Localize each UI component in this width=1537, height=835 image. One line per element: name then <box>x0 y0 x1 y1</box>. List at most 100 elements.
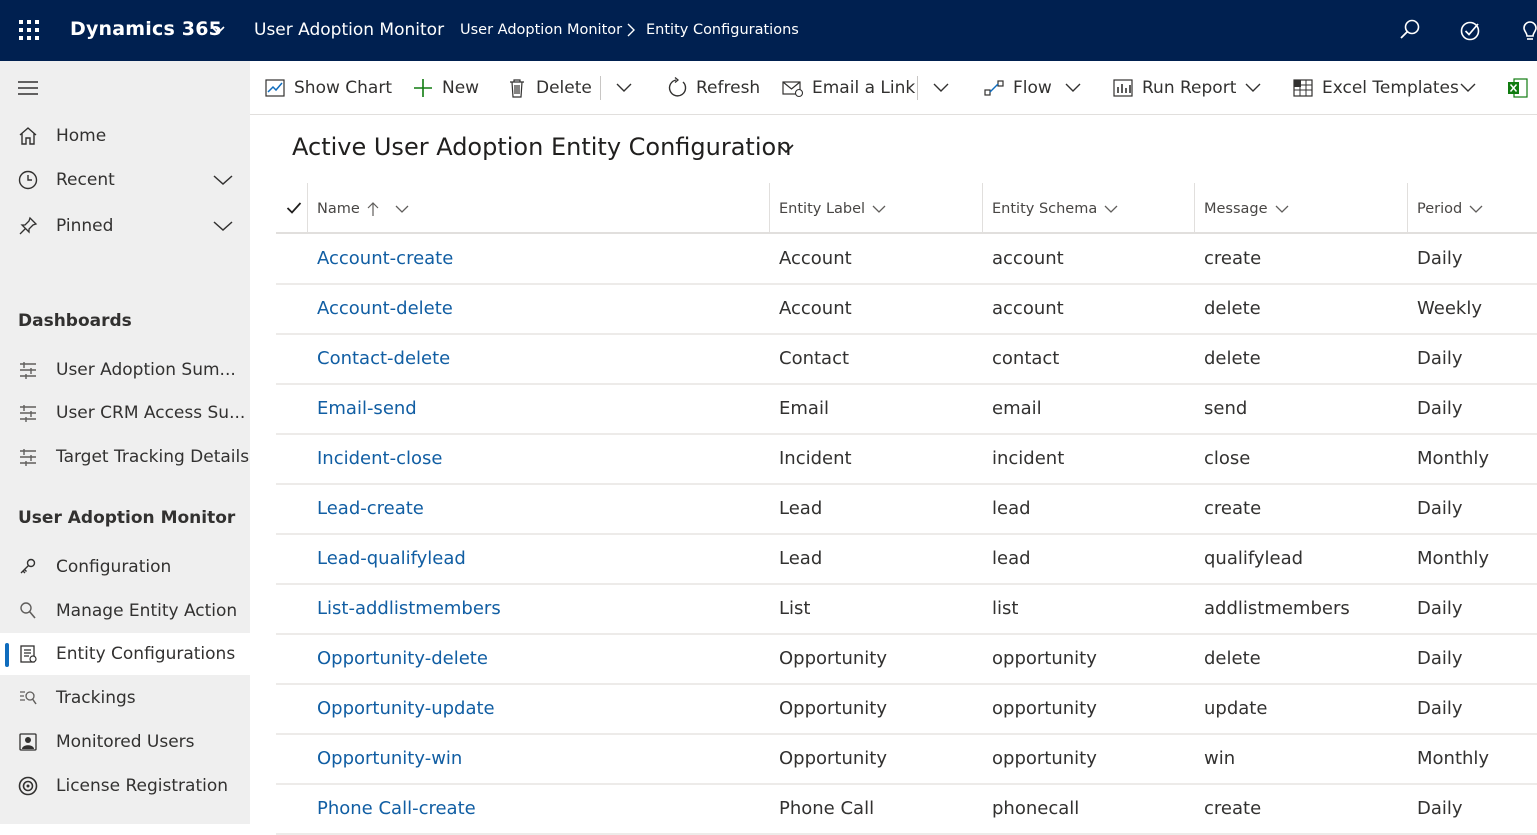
command-separator <box>600 76 601 100</box>
sidebar-item-label: Home <box>56 126 107 146</box>
email-link-icon <box>782 81 804 98</box>
table-row[interactable]: Account-delete Account account delete Weekly <box>276 285 1537 335</box>
cell-name[interactable]: Email-send <box>317 398 417 419</box>
chevron-down-icon[interactable] <box>210 24 226 36</box>
cell-entity-schema: opportunity <box>992 748 1097 769</box>
column-header-entity-schema[interactable]: Entity Schema <box>982 183 1119 234</box>
home-icon <box>19 127 37 145</box>
cell-name[interactable]: Opportunity-win <box>317 748 462 769</box>
sidebar-item-manage-entity-action[interactable]: Manage Entity Action <box>0 590 250 632</box>
task-icon[interactable] <box>1458 18 1482 42</box>
run-report-button[interactable]: Run Report <box>1112 61 1236 115</box>
cell-name[interactable]: Opportunity-update <box>317 698 495 719</box>
cell-name[interactable]: Contact-delete <box>317 348 450 369</box>
delete-button[interactable]: Delete <box>506 61 592 115</box>
cell-name[interactable]: List-addlistmembers <box>317 598 501 619</box>
sidebar-item-license-registration[interactable]: License Registration <box>0 765 250 807</box>
chevron-down-icon[interactable] <box>1274 203 1290 215</box>
column-header-period[interactable]: Period <box>1407 183 1484 234</box>
cell-message: delete <box>1204 348 1261 369</box>
sidebar-item-trackings[interactable]: Trackings <box>0 677 250 719</box>
cell-entity-label: List <box>779 598 811 619</box>
new-button[interactable]: New <box>412 61 479 115</box>
sidebar: Home Recent Pinned Dashboards User Adopt… <box>0 61 250 824</box>
table-row[interactable]: Lead-qualifylead Lead lead qualifylead Month… <box>276 535 1537 585</box>
chevron-down-icon[interactable] <box>777 143 795 155</box>
dashboard-icon <box>20 362 36 379</box>
hamburger-menu-icon[interactable] <box>18 81 38 95</box>
excel-templates-button[interactable]: Excel Templates <box>1292 61 1459 115</box>
chevron-down-icon[interactable] <box>212 173 234 187</box>
column-header-entity-label[interactable]: Entity Label <box>769 183 887 234</box>
sidebar-item-user-adoption-summary[interactable]: User Adoption Sum... <box>0 349 250 391</box>
chevron-down-icon[interactable] <box>931 81 951 95</box>
chevron-down-icon[interactable] <box>1468 203 1484 215</box>
table-row[interactable]: Lead-create Lead lead create Daily <box>276 485 1537 535</box>
sidebar-item-monitored-users[interactable]: Monitored Users <box>0 721 250 763</box>
sidebar-item-entity-configurations[interactable]: Entity Configurations <box>0 633 250 675</box>
table-row[interactable]: Incident-close Incident incident close Month… <box>276 435 1537 485</box>
cell-name[interactable]: Lead-create <box>317 498 424 519</box>
chevron-down-icon[interactable] <box>1063 81 1083 95</box>
sidebar-item-label: Entity Configurations <box>56 644 236 664</box>
sidebar-item-user-crm-access-summary[interactable]: User CRM Access Su... <box>0 392 250 434</box>
chevron-down-icon[interactable] <box>212 219 234 233</box>
cell-period: Monthly <box>1417 448 1490 469</box>
column-header-name[interactable]: Name <box>307 183 412 234</box>
select-all-checkmark-icon[interactable] <box>286 201 302 215</box>
search-icon[interactable] <box>1398 18 1422 42</box>
cell-entity-schema: phonecall <box>992 798 1080 819</box>
breadcrumb-current: Entity Configurations <box>646 22 799 38</box>
cell-name[interactable]: Account-create <box>317 248 453 269</box>
chevron-down-icon[interactable] <box>1103 203 1119 215</box>
sidebar-item-recent[interactable]: Recent <box>0 159 250 201</box>
cell-name[interactable]: Phone Call-create <box>317 798 476 819</box>
users-icon <box>19 733 37 751</box>
cell-name[interactable]: Account-delete <box>317 298 453 319</box>
table-row[interactable]: Email-send Email email send Daily <box>276 385 1537 435</box>
table-row[interactable]: Opportunity-update Opportunity opportunity… <box>276 685 1537 735</box>
plus-icon <box>414 79 432 97</box>
table-row[interactable]: Opportunity-delete Opportunity opportunity… <box>276 635 1537 685</box>
table-row[interactable]: Opportunity-win Opportunity opportunity win… <box>276 735 1537 785</box>
column-header-label: Message <box>1204 200 1268 217</box>
sidebar-item-pinned[interactable]: Pinned <box>0 205 250 247</box>
cell-name[interactable]: Opportunity-delete <box>317 648 488 669</box>
cell-entity-label: Opportunity <box>779 748 888 769</box>
view-title[interactable]: Active User Adoption Entity Configuratio… <box>292 133 791 161</box>
refresh-button[interactable]: Refresh <box>666 61 760 115</box>
app-name[interactable]: User Adoption Monitor <box>254 20 444 40</box>
dashboard-icon <box>20 449 36 466</box>
email-link-button[interactable]: Email a Link <box>782 61 915 115</box>
cell-message: create <box>1204 498 1262 519</box>
chevron-down-icon[interactable] <box>1243 81 1263 95</box>
chevron-down-icon[interactable] <box>1458 81 1478 95</box>
sidebar-item-configuration[interactable]: Configuration <box>0 546 250 588</box>
excel-icon[interactable] <box>1507 77 1529 99</box>
lightbulb-icon[interactable] <box>1518 18 1537 42</box>
sidebar-item-target-tracking-details[interactable]: Target Tracking Details <box>0 436 250 478</box>
table-row[interactable]: Phone Call-create Phone Call phonecall crea… <box>276 785 1537 835</box>
column-header-message[interactable]: Message <box>1194 183 1290 234</box>
cell-name[interactable]: Lead-qualifylead <box>317 548 466 569</box>
license-icon <box>18 776 38 796</box>
sidebar-item-home[interactable]: Home <box>0 115 250 157</box>
dashboard-icon <box>20 405 36 422</box>
cell-name[interactable]: Incident-close <box>317 448 442 469</box>
app-launcher-icon[interactable] <box>19 20 39 40</box>
table-row[interactable]: Contact-delete Contact contact delete Daily <box>276 335 1537 385</box>
cell-message: create <box>1204 798 1262 819</box>
chevron-down-icon[interactable] <box>614 81 634 95</box>
cell-message: delete <box>1204 298 1261 319</box>
brand-name[interactable]: Dynamics 365 <box>70 18 222 40</box>
breadcrumb-app[interactable]: User Adoption Monitor <box>460 22 622 38</box>
flow-button[interactable]: Flow <box>983 61 1052 115</box>
cell-entity-schema: lead <box>992 548 1031 569</box>
chevron-down-icon[interactable] <box>392 203 412 215</box>
chevron-down-icon[interactable] <box>871 203 887 215</box>
show-chart-button[interactable]: Show Chart <box>264 61 392 115</box>
table-row[interactable]: Account-create Account account create Daily <box>276 235 1537 285</box>
cell-entity-label: Lead <box>779 498 823 519</box>
cell-period: Daily <box>1417 348 1463 369</box>
table-row[interactable]: List-addlistmembers List list addlistmember… <box>276 585 1537 635</box>
